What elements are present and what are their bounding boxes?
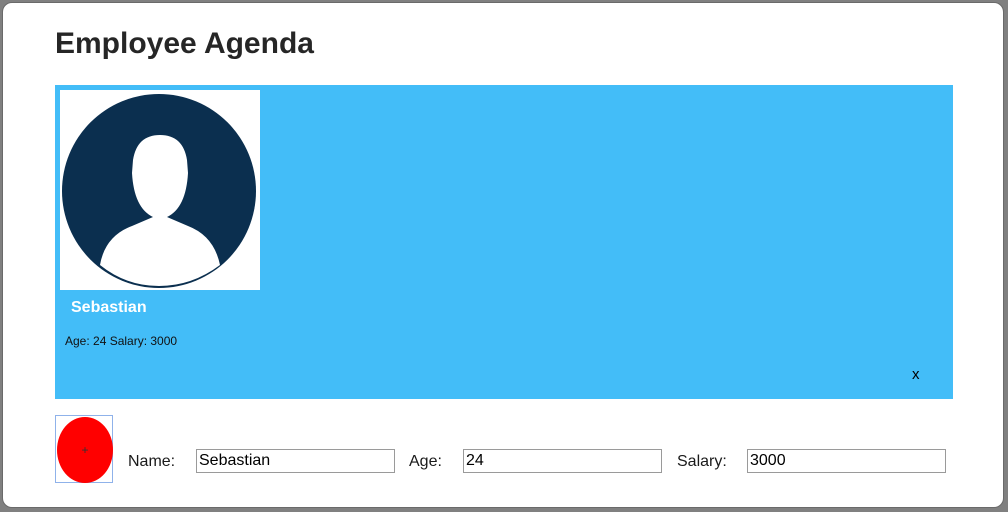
delete-employee-button[interactable]: x (912, 366, 920, 383)
age-label: Age: (409, 453, 442, 470)
person-silhouette-icon (62, 94, 256, 288)
salary-input[interactable] (747, 449, 946, 473)
add-employee-button[interactable]: + (55, 415, 113, 483)
add-employee-icon[interactable]: + (57, 417, 113, 483)
app-window: Employee Agenda Sebastian Age: 24 Salary… (2, 2, 1004, 508)
employee-name: Sebastian (71, 299, 147, 316)
name-label: Name: (128, 453, 176, 470)
employee-details: Age: 24 Salary: 3000 (65, 334, 178, 348)
salary-label: Salary: (677, 453, 727, 470)
page-title: Employee Agenda (55, 27, 314, 60)
avatar (60, 90, 260, 290)
employee-card: Sebastian Age: 24 Salary: 3000 x (55, 85, 953, 399)
name-input[interactable] (196, 449, 395, 473)
age-input[interactable] (463, 449, 662, 473)
